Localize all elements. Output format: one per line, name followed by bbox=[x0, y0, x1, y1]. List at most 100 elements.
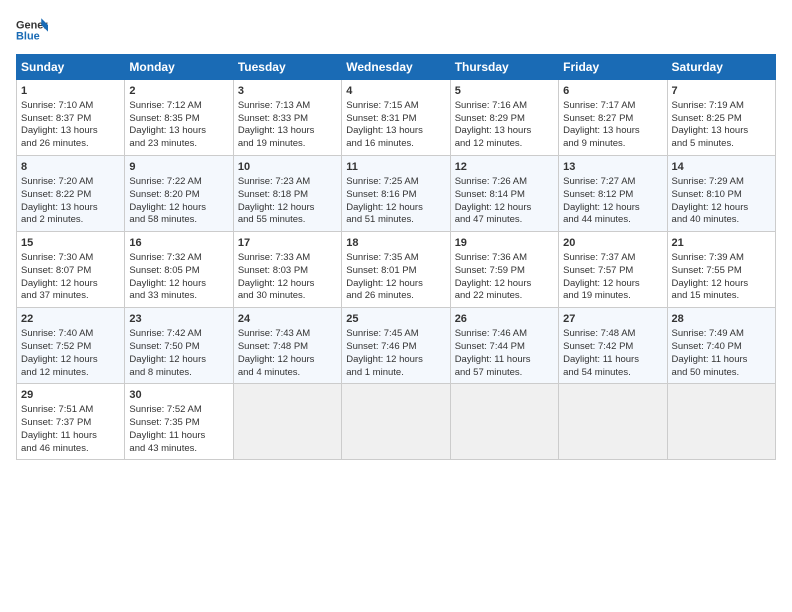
day-number: 16 bbox=[129, 236, 228, 251]
day-number: 12 bbox=[455, 160, 554, 175]
calendar-cell: 10Sunrise: 7:23 AMSunset: 8:18 PMDayligh… bbox=[233, 156, 341, 232]
cell-text: Daylight: 13 hours bbox=[455, 125, 554, 138]
cell-text: Sunrise: 7:26 AM bbox=[455, 176, 554, 189]
calendar-cell: 30Sunrise: 7:52 AMSunset: 7:35 PMDayligh… bbox=[125, 384, 233, 460]
cell-text: Daylight: 12 hours bbox=[563, 202, 662, 215]
cell-text: Sunset: 8:16 PM bbox=[346, 189, 445, 202]
col-header-wednesday: Wednesday bbox=[342, 55, 450, 80]
cell-text: Daylight: 12 hours bbox=[672, 202, 771, 215]
cell-text: Sunrise: 7:33 AM bbox=[238, 252, 337, 265]
day-number: 7 bbox=[672, 84, 771, 99]
cell-text: Daylight: 12 hours bbox=[238, 202, 337, 215]
cell-text: and 50 minutes. bbox=[672, 367, 771, 380]
cell-text: Sunrise: 7:52 AM bbox=[129, 404, 228, 417]
cell-text: and 12 minutes. bbox=[455, 138, 554, 151]
day-number: 10 bbox=[238, 160, 337, 175]
cell-text: Sunrise: 7:32 AM bbox=[129, 252, 228, 265]
cell-text: Sunset: 7:37 PM bbox=[21, 417, 120, 430]
cell-text: and 2 minutes. bbox=[21, 214, 120, 227]
cell-text: and 58 minutes. bbox=[129, 214, 228, 227]
calendar-cell: 9Sunrise: 7:22 AMSunset: 8:20 PMDaylight… bbox=[125, 156, 233, 232]
cell-text: and 5 minutes. bbox=[672, 138, 771, 151]
calendar-cell: 27Sunrise: 7:48 AMSunset: 7:42 PMDayligh… bbox=[559, 308, 667, 384]
cell-text: Sunrise: 7:42 AM bbox=[129, 328, 228, 341]
svg-text:Blue: Blue bbox=[16, 30, 40, 42]
cell-text: and 22 minutes. bbox=[455, 290, 554, 303]
cell-text: Daylight: 11 hours bbox=[672, 354, 771, 367]
cell-text: Sunrise: 7:40 AM bbox=[21, 328, 120, 341]
cell-text: and 19 minutes. bbox=[563, 290, 662, 303]
cell-text: Sunrise: 7:13 AM bbox=[238, 100, 337, 113]
page-header: General Blue bbox=[16, 16, 776, 44]
cell-text: Daylight: 13 hours bbox=[21, 125, 120, 138]
day-number: 22 bbox=[21, 312, 120, 327]
cell-text: Sunrise: 7:16 AM bbox=[455, 100, 554, 113]
calendar-cell: 12Sunrise: 7:26 AMSunset: 8:14 PMDayligh… bbox=[450, 156, 558, 232]
day-number: 15 bbox=[21, 236, 120, 251]
calendar-cell: 25Sunrise: 7:45 AMSunset: 7:46 PMDayligh… bbox=[342, 308, 450, 384]
day-number: 23 bbox=[129, 312, 228, 327]
day-number: 13 bbox=[563, 160, 662, 175]
cell-text: Daylight: 13 hours bbox=[563, 125, 662, 138]
cell-text: and 23 minutes. bbox=[129, 138, 228, 151]
cell-text: Sunset: 7:57 PM bbox=[563, 265, 662, 278]
calendar-cell: 15Sunrise: 7:30 AMSunset: 8:07 PMDayligh… bbox=[17, 232, 125, 308]
cell-text: Daylight: 12 hours bbox=[672, 278, 771, 291]
day-number: 6 bbox=[563, 84, 662, 99]
cell-text: Daylight: 12 hours bbox=[238, 278, 337, 291]
cell-text: and 33 minutes. bbox=[129, 290, 228, 303]
cell-text: Sunset: 8:25 PM bbox=[672, 113, 771, 126]
cell-text: Daylight: 12 hours bbox=[129, 202, 228, 215]
logo: General Blue bbox=[16, 16, 48, 44]
cell-text: and 37 minutes. bbox=[21, 290, 120, 303]
col-header-sunday: Sunday bbox=[17, 55, 125, 80]
cell-text: Daylight: 12 hours bbox=[21, 278, 120, 291]
cell-text: and 40 minutes. bbox=[672, 214, 771, 227]
cell-text: and 44 minutes. bbox=[563, 214, 662, 227]
day-number: 8 bbox=[21, 160, 120, 175]
cell-text: Sunrise: 7:29 AM bbox=[672, 176, 771, 189]
day-number: 14 bbox=[672, 160, 771, 175]
cell-text: Sunrise: 7:45 AM bbox=[346, 328, 445, 341]
cell-text: Sunset: 8:33 PM bbox=[238, 113, 337, 126]
cell-text: Sunrise: 7:25 AM bbox=[346, 176, 445, 189]
calendar-cell: 11Sunrise: 7:25 AMSunset: 8:16 PMDayligh… bbox=[342, 156, 450, 232]
day-number: 18 bbox=[346, 236, 445, 251]
cell-text: Sunrise: 7:27 AM bbox=[563, 176, 662, 189]
cell-text: Daylight: 11 hours bbox=[21, 430, 120, 443]
cell-text: and 26 minutes. bbox=[346, 290, 445, 303]
cell-text: Sunset: 8:18 PM bbox=[238, 189, 337, 202]
cell-text: Sunset: 8:07 PM bbox=[21, 265, 120, 278]
logo-icon: General Blue bbox=[16, 16, 48, 44]
day-number: 19 bbox=[455, 236, 554, 251]
cell-text: and 54 minutes. bbox=[563, 367, 662, 380]
cell-text: Sunrise: 7:35 AM bbox=[346, 252, 445, 265]
cell-text: Sunrise: 7:23 AM bbox=[238, 176, 337, 189]
col-header-monday: Monday bbox=[125, 55, 233, 80]
cell-text: Sunrise: 7:19 AM bbox=[672, 100, 771, 113]
cell-text: Sunrise: 7:15 AM bbox=[346, 100, 445, 113]
cell-text: Daylight: 12 hours bbox=[21, 354, 120, 367]
cell-text: Sunrise: 7:48 AM bbox=[563, 328, 662, 341]
day-number: 21 bbox=[672, 236, 771, 251]
day-number: 24 bbox=[238, 312, 337, 327]
cell-text: Daylight: 11 hours bbox=[563, 354, 662, 367]
cell-text: Daylight: 12 hours bbox=[346, 354, 445, 367]
cell-text: and 46 minutes. bbox=[21, 443, 120, 456]
cell-text: Sunrise: 7:30 AM bbox=[21, 252, 120, 265]
cell-text: Daylight: 12 hours bbox=[346, 278, 445, 291]
cell-text: and 16 minutes. bbox=[346, 138, 445, 151]
cell-text: and 9 minutes. bbox=[563, 138, 662, 151]
day-number: 25 bbox=[346, 312, 445, 327]
cell-text: and 8 minutes. bbox=[129, 367, 228, 380]
cell-text: Sunset: 7:52 PM bbox=[21, 341, 120, 354]
cell-text: Sunset: 7:55 PM bbox=[672, 265, 771, 278]
cell-text: Sunset: 8:29 PM bbox=[455, 113, 554, 126]
cell-text: Daylight: 11 hours bbox=[455, 354, 554, 367]
cell-text: Sunset: 8:05 PM bbox=[129, 265, 228, 278]
day-number: 1 bbox=[21, 84, 120, 99]
calendar-cell: 29Sunrise: 7:51 AMSunset: 7:37 PMDayligh… bbox=[17, 384, 125, 460]
day-number: 2 bbox=[129, 84, 228, 99]
day-number: 17 bbox=[238, 236, 337, 251]
cell-text: Sunset: 7:40 PM bbox=[672, 341, 771, 354]
